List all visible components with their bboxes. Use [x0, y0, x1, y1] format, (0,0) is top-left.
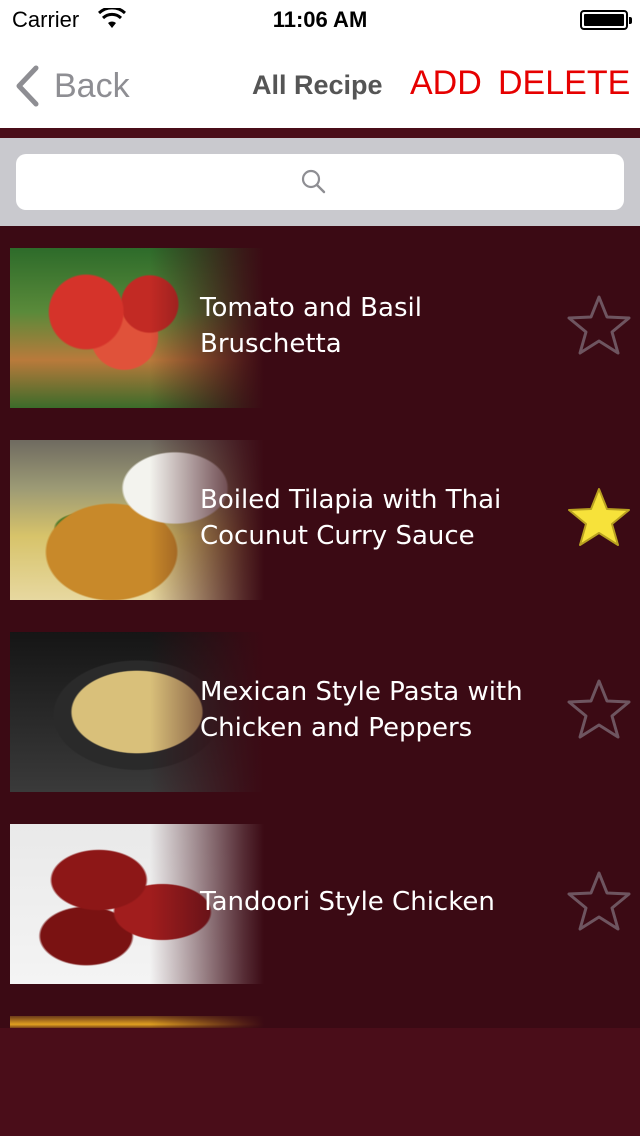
back-label: Back	[54, 66, 130, 105]
star-outline-icon[interactable]	[566, 294, 632, 356]
recipe-title: Tandoori Style Chicken	[200, 887, 495, 917]
recipe-row[interactable]: Tandoori Style Chicken	[0, 802, 640, 984]
add-button[interactable]: ADD	[410, 64, 482, 103]
recipe-list: Tomato and Basil Bruschetta Boiled Tilap…	[0, 226, 640, 1028]
footer-background	[0, 1028, 640, 1136]
navigation-bar: Back All Recipe ADD DELETE	[0, 40, 640, 128]
recipe-row[interactable]: Tomato and Basil Bruschetta	[0, 226, 640, 408]
battery-icon	[580, 10, 632, 30]
back-button[interactable]: Back	[14, 64, 130, 108]
status-bar: Carrier 11:06 AM	[0, 0, 640, 40]
star-outline-icon[interactable]	[566, 678, 632, 740]
recipe-row[interactable]: Boiled Tilapia with Thai Cocunut Curry S…	[0, 418, 640, 600]
recipe-title: Mexican Style Pasta with Chicken and Pep…	[200, 677, 523, 743]
search-bar	[0, 138, 640, 226]
status-time: 11:06 AM	[272, 7, 368, 32]
recipe-row-partial[interactable]	[0, 994, 640, 1028]
recipe-title: Tomato and Basil Bruschetta	[200, 293, 422, 359]
star-filled-icon[interactable]	[566, 486, 632, 548]
page-title: All Recipe	[252, 70, 383, 100]
recipe-row[interactable]: Mexican Style Pasta with Chicken and Pep…	[0, 610, 640, 792]
delete-button[interactable]: DELETE	[498, 64, 630, 103]
search-icon	[301, 169, 326, 194]
chevron-left-icon	[16, 65, 39, 107]
recipe-title: Boiled Tilapia with Thai Cocunut Curry S…	[200, 485, 502, 551]
recipe-thumbnail	[10, 1016, 264, 1028]
star-outline-icon[interactable]	[566, 870, 632, 932]
nav-divider	[0, 128, 640, 138]
